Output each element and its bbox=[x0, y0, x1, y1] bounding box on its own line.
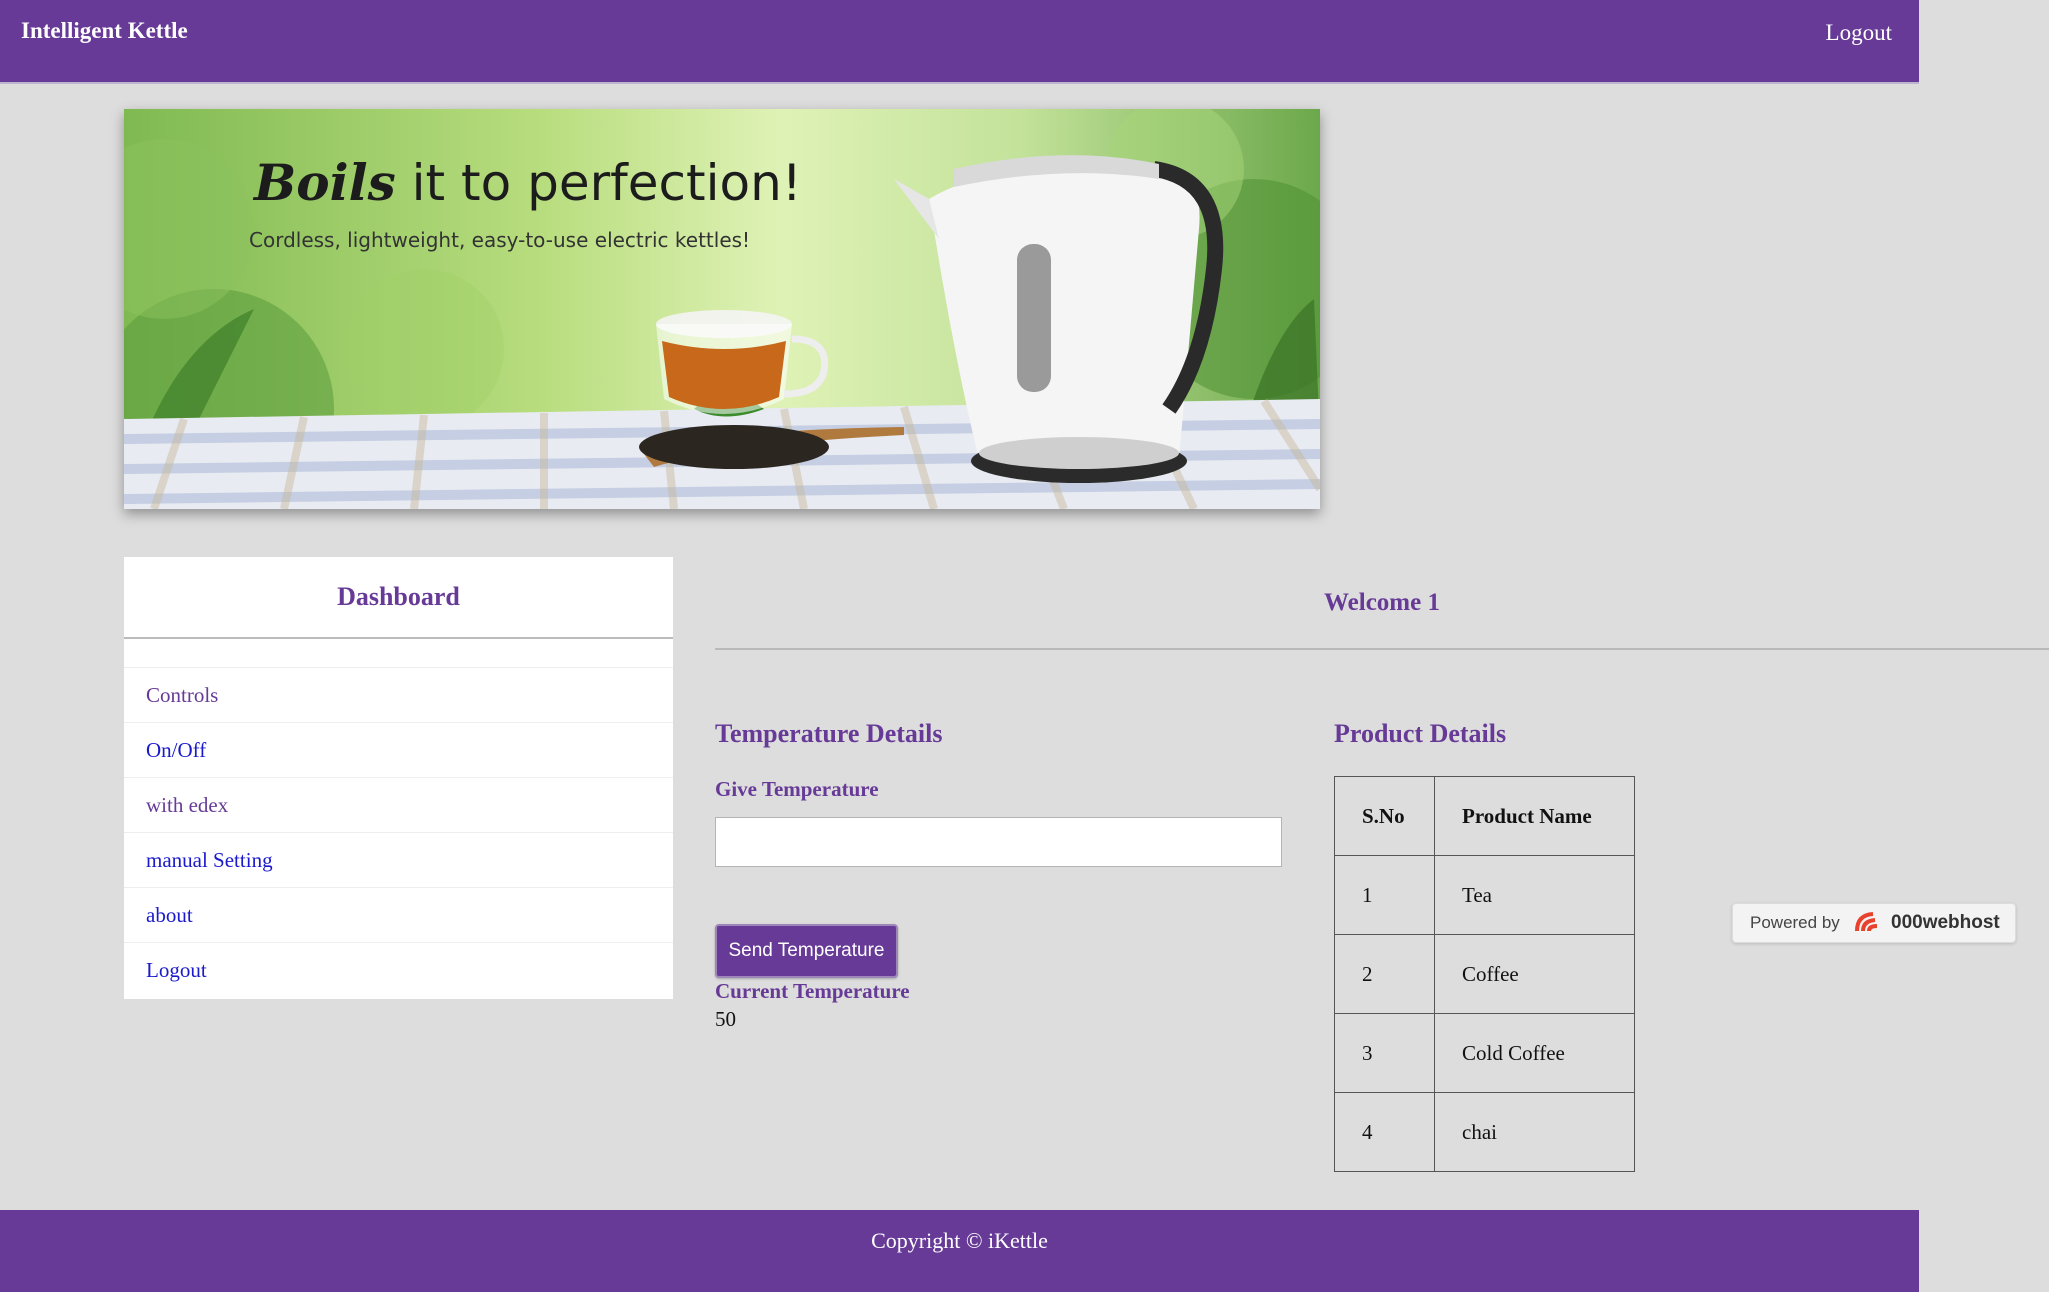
temperature-details-title: Temperature Details bbox=[715, 719, 943, 748]
cell-product-name: chai bbox=[1434, 1092, 1635, 1172]
banner-headline: Boils it to perfection! bbox=[254, 153, 802, 212]
hero-banner-image: Boils it to perfection! Cordless, lightw… bbox=[124, 109, 1320, 509]
cell-product-name: Tea bbox=[1434, 855, 1635, 935]
banner-headline-script: Boils bbox=[254, 153, 396, 212]
sidebar-item-controls[interactable]: Controls bbox=[124, 668, 673, 723]
footer: Copyright © iKettle bbox=[0, 1210, 1919, 1292]
powered-by-label: Powered by bbox=[1750, 913, 1840, 932]
cell-sno: 3 bbox=[1334, 1013, 1435, 1093]
banner-subtitle: Cordless, lightweight, easy-to-use elect… bbox=[249, 228, 751, 252]
sidebar-item-on-off[interactable]: On/Off bbox=[124, 723, 673, 778]
cell-sno: 1 bbox=[1334, 855, 1435, 935]
powered-by-badge[interactable]: Powered by 000webhost bbox=[1732, 903, 2016, 943]
table-row: 1 Tea bbox=[1334, 855, 1635, 935]
table-row: 2 Coffee bbox=[1334, 934, 1635, 1014]
sidebar-item-about[interactable]: about bbox=[124, 888, 673, 943]
logout-link[interactable]: Logout bbox=[1826, 20, 1892, 46]
dashboard-sidebar: Dashboard Controls On/Off with edex manu… bbox=[124, 557, 673, 999]
cell-sno: 2 bbox=[1334, 934, 1435, 1014]
table-header-row: S.No Product Name bbox=[1334, 776, 1635, 856]
welcome-divider bbox=[715, 648, 2049, 650]
welcome-heading: Welcome 1 bbox=[1324, 589, 1440, 616]
webhost-logo-icon bbox=[1855, 912, 1878, 932]
sidebar-spacer bbox=[124, 639, 673, 668]
table-row: 3 Cold Coffee bbox=[1334, 1013, 1635, 1093]
product-details-title: Product Details bbox=[1334, 719, 1507, 748]
column-header-product-name: Product Name bbox=[1434, 776, 1635, 856]
sidebar-title: Dashboard bbox=[124, 557, 673, 639]
cell-sno: 4 bbox=[1334, 1092, 1435, 1172]
brand-title[interactable]: Intelligent Kettle bbox=[21, 18, 188, 44]
cell-product-name: Cold Coffee bbox=[1434, 1013, 1635, 1093]
current-temperature-label: Current Temperature bbox=[715, 979, 910, 1003]
sidebar-item-logout[interactable]: Logout bbox=[124, 943, 673, 997]
column-header-sno: S.No bbox=[1334, 776, 1435, 856]
current-temperature-value: 50 bbox=[715, 1007, 736, 1031]
copyright-text: Copyright © iKettle bbox=[871, 1228, 1048, 1253]
product-table: S.No Product Name 1 Tea 2 Coffee 3 Cold … bbox=[1334, 776, 1635, 1172]
temperature-input[interactable] bbox=[715, 817, 1282, 867]
banner-headline-rest: it to perfection! bbox=[395, 154, 802, 212]
send-temperature-button[interactable]: Send Temperature bbox=[715, 924, 898, 978]
webhost-name: 000webhost bbox=[1891, 912, 2000, 933]
table-row: 4 chai bbox=[1334, 1092, 1635, 1172]
sidebar-item-with-edex[interactable]: with edex bbox=[124, 778, 673, 833]
sidebar-item-manual-setting[interactable]: manual Setting bbox=[124, 833, 673, 888]
give-temperature-label: Give Temperature bbox=[715, 777, 879, 801]
top-nav-bar: Intelligent Kettle Logout bbox=[0, 0, 1919, 84]
cell-product-name: Coffee bbox=[1434, 934, 1635, 1014]
